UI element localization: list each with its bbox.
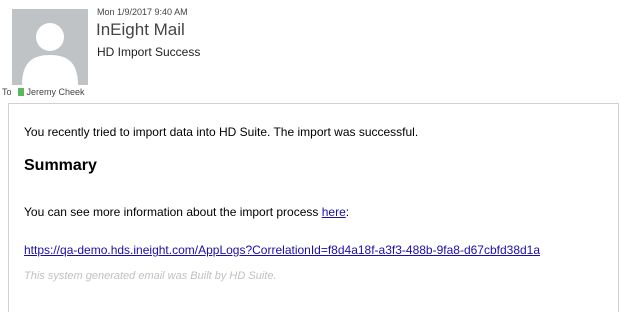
person-icon bbox=[12, 9, 88, 85]
log-url-link[interactable]: https://qa-demo.hds.ineight.com/AppLogs?… bbox=[24, 243, 540, 257]
more-info-suffix: : bbox=[345, 205, 350, 219]
message-header: Mon 1/9/2017 9:40 AM InEight Mail HD Imp… bbox=[2, 3, 617, 119]
message-body: You recently tried to import data into H… bbox=[8, 103, 619, 312]
message-subject: HD Import Success bbox=[97, 45, 201, 59]
recipient-name[interactable]: Jeremy Cheek bbox=[27, 87, 85, 97]
sender-avatar bbox=[12, 9, 88, 85]
recipient-row: To Jeremy Cheek bbox=[2, 87, 85, 97]
footer-note: This system generated email was Built by… bbox=[24, 270, 277, 282]
presence-status-icon bbox=[17, 88, 24, 96]
log-url-line: https://qa-demo.hds.ineight.com/AppLogs?… bbox=[24, 243, 540, 257]
here-link[interactable]: here bbox=[322, 205, 346, 219]
message-date: Mon 1/9/2017 9:40 AM bbox=[97, 7, 188, 17]
sender-name[interactable]: InEight Mail bbox=[96, 20, 185, 40]
more-info-line: You can see more information about the i… bbox=[24, 205, 349, 219]
more-info-text: You can see more information about the i… bbox=[24, 205, 322, 219]
intro-text: You recently tried to import data into H… bbox=[24, 125, 419, 139]
summary-heading: Summary bbox=[24, 157, 97, 174]
to-label: To bbox=[2, 87, 12, 97]
